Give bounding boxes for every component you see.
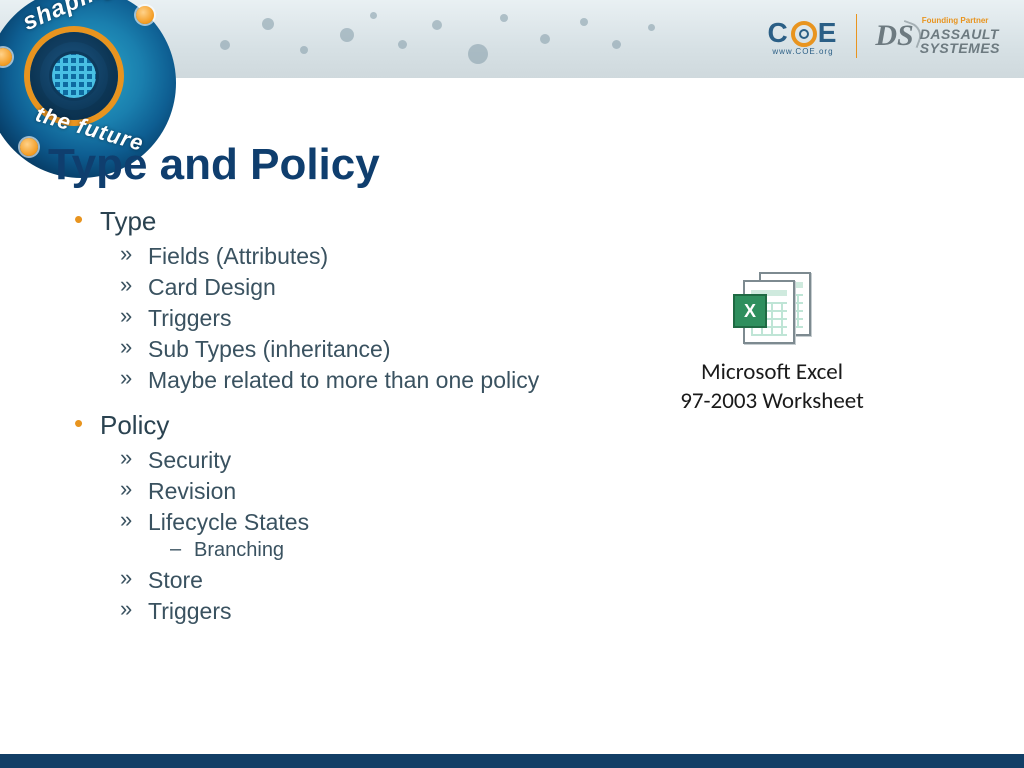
list-item: Maybe related to more than one policy (148, 365, 568, 396)
ds-mark-icon: DS (875, 19, 913, 53)
bullet-policy-label: Policy (100, 410, 169, 440)
slide-body: Type and Policy Type Fields (Attributes)… (0, 78, 1024, 639)
logo-divider (856, 14, 857, 58)
embed-caption: Microsoft Excel 97-2003 Worksheet (680, 358, 864, 416)
coe-logo: C E www.COE.org (767, 17, 838, 56)
list-item: Revision (148, 476, 568, 507)
list-item: Triggers (148, 596, 568, 627)
bullet-column: Type Fields (Attributes) Card Design Tri… (48, 204, 568, 639)
dassault-logo: DS Founding Partner DASSAULT SYSTEMES (875, 17, 1000, 55)
list-item: Store (148, 565, 568, 596)
list-item-label: Lifecycle States (148, 509, 309, 535)
pin-icon (0, 48, 12, 66)
ring-icon (791, 21, 817, 47)
ds-name-2: SYSTEMES (920, 41, 1000, 55)
embedded-object[interactable]: X Microsoft Excel 97-2003 Worksheet (568, 204, 976, 639)
coe-letter-e: E (818, 17, 839, 49)
header-band: shaping the future C E www.COE.org DS Fo… (0, 0, 1024, 78)
list-item: Sub Types (inheritance) (148, 334, 568, 365)
embed-caption-line1: Microsoft Excel (680, 358, 864, 387)
list-item: Branching (194, 538, 568, 563)
embed-caption-line2: 97-2003 Worksheet (680, 387, 864, 416)
list-item: Triggers (148, 303, 568, 334)
slide-title: Type and Policy (48, 140, 976, 190)
list-item: Fields (Attributes) (148, 241, 568, 272)
excel-badge-icon: X (733, 294, 767, 328)
list-item: Security (148, 445, 568, 476)
list-item: Lifecycle States Branching (148, 507, 568, 565)
coe-url: www.COE.org (772, 47, 833, 56)
pin-icon (136, 6, 154, 24)
ds-tagline: Founding Partner (922, 17, 1000, 25)
partner-logos: C E www.COE.org DS Founding Partner DASS… (767, 14, 1000, 58)
list-item: Card Design (148, 272, 568, 303)
bullet-type: Type Fields (Attributes) Card Design Tri… (82, 204, 568, 408)
coe-letter-c: C (767, 17, 789, 49)
bullet-type-label: Type (100, 206, 156, 236)
bullet-policy: Policy Security Revision Lifecycle State… (82, 408, 568, 639)
footer-bar (0, 754, 1024, 768)
excel-file-icon: X (733, 272, 811, 344)
ds-name-1: DASSAULT (920, 27, 1000, 41)
